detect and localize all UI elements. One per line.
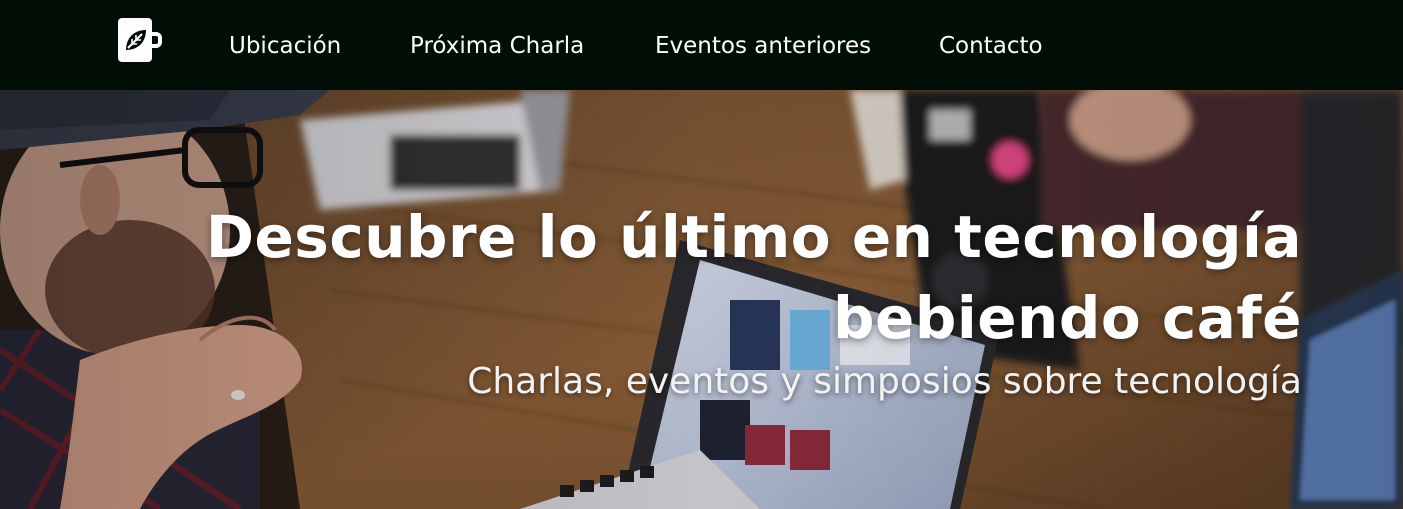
nav-link-proxima-charla[interactable]: Próxima Charla [410,30,584,62]
logo-coffee-cup-icon[interactable] [118,18,164,64]
hero-subtitle: Charlas, eventos y simposios sobre tecno… [467,361,1302,402]
hero-banner: Descubre lo último en tecnología bebiend… [0,90,1403,509]
hero-title: Descubre lo último en tecnología bebiend… [205,203,1302,352]
nav-link-contacto[interactable]: Contacto [939,30,1043,62]
nav-link-eventos-anteriores[interactable]: Eventos anteriores [655,30,871,62]
nav-link-ubicacion[interactable]: Ubicación [229,30,341,62]
navbar: Ubicación Próxima Charla Eventos anterio… [0,0,1403,90]
